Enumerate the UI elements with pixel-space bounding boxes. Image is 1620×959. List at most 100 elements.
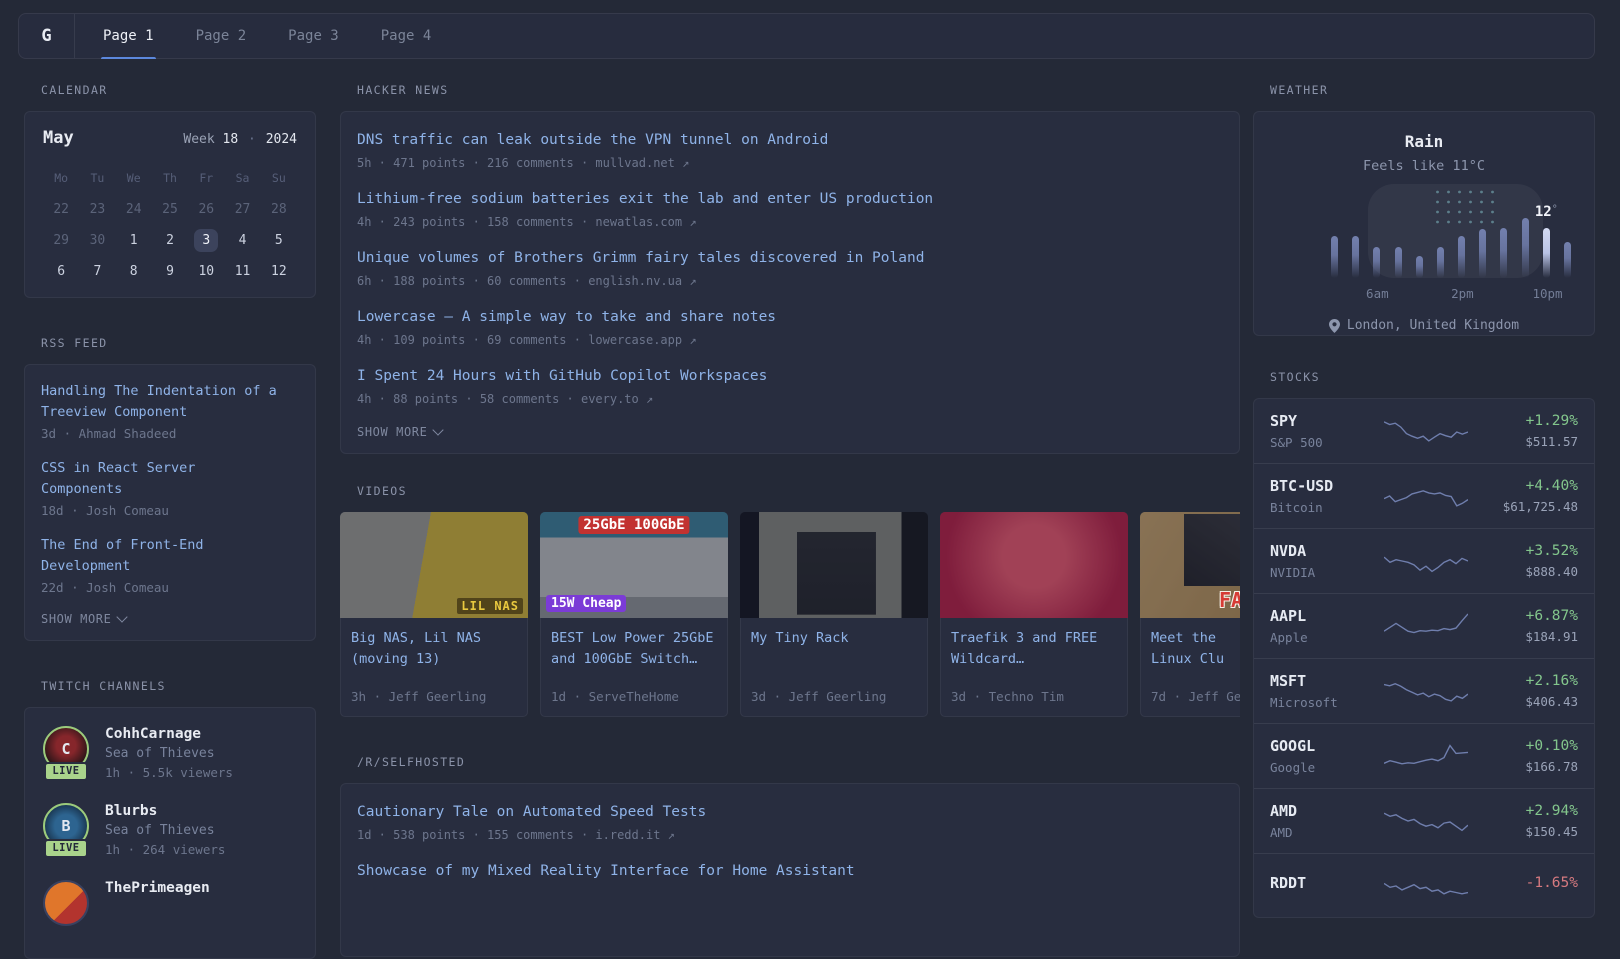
hackernews-item: Lowercase – A simple way to take and sha… <box>357 307 1223 347</box>
hackernews-section-title: HACKER NEWS <box>357 83 1240 97</box>
calendar-day: 26 <box>188 194 224 225</box>
stock-price: $888.40 <box>1478 564 1578 579</box>
time-label: 6am <box>1366 286 1389 301</box>
video-thumbnail[interactable] <box>740 512 928 618</box>
stock-ticker: BTC-USD <box>1270 477 1374 495</box>
reddit-widget: Cautionary Tale on Automated Speed Tests… <box>340 783 1240 957</box>
left-column: CALENDAR May Week 18 · 2024 MoTuWeThFrSa… <box>24 67 316 959</box>
channel-name[interactable]: Blurbs <box>105 803 225 819</box>
hackernews-show-more-button[interactable]: SHOW MORE <box>357 425 1223 439</box>
calendar-month: May <box>43 128 74 148</box>
live-badge: LIVE <box>44 839 87 858</box>
weather-bar <box>1373 247 1380 278</box>
channel-name[interactable]: CohhCarnage <box>105 726 233 742</box>
twitch-channel-row[interactable]: C LIVE CohhCarnage Sea of Thieves 1h · 5… <box>41 726 299 781</box>
reddit-item-title[interactable]: Cautionary Tale on Automated Speed Tests <box>357 802 1223 823</box>
channel-viewers: 1h · 264 viewers <box>105 842 225 857</box>
video-title[interactable]: Big NAS, Lil NAS (moving 13) <box>351 628 517 670</box>
calendar-day: 9 <box>152 256 188 287</box>
hackernews-item-meta: 4h · 243 points · 158 comments · newatla… <box>357 215 1223 229</box>
weather-condition: Rain <box>1272 132 1576 151</box>
stock-sparkline <box>1384 740 1468 772</box>
calendar-day: 28 <box>261 194 297 225</box>
stock-price: $406.43 <box>1478 694 1578 709</box>
video-meta: 7d · Jeff Geerling <box>1151 689 1240 704</box>
stock-change: +6.87% <box>1478 608 1578 624</box>
right-column: WEATHER Rain Feels like 11°C <box>1253 67 1595 918</box>
rss-item-title[interactable]: Handling The Indentation of a Treeview C… <box>41 381 283 423</box>
reddit-item-title[interactable]: Showcase of my Mixed Reality Interface f… <box>357 861 1223 882</box>
stock-row[interactable]: AAPL Apple +6.87% $184.91 <box>1254 593 1594 658</box>
calendar-day: 3 <box>188 225 224 256</box>
page-tab[interactable]: Page 4 <box>373 14 440 58</box>
hackernews-list: DNS traffic can leak outside the VPN tun… <box>357 130 1223 406</box>
video-card[interactable]: FA Meet the Linux Clu 7d · Jeff Geerling <box>1140 512 1240 717</box>
calendar-day: 2 <box>152 225 188 256</box>
rss-item-title[interactable]: The End of Front-End Development <box>41 535 283 577</box>
stock-price: $150.45 <box>1478 824 1578 839</box>
weather-bar <box>1331 236 1338 278</box>
thumbnail-text: FA <box>1219 588 1240 612</box>
video-card[interactable]: Traefik 3 and FREE Wildcard… 3d · Techno… <box>940 512 1128 717</box>
calendar-day: 1 <box>116 225 152 256</box>
calendar-day: 6 <box>43 256 79 287</box>
calendar-day: 11 <box>224 256 260 287</box>
stock-row[interactable]: NVDA NVIDIA +3.52% $888.40 <box>1254 528 1594 593</box>
stock-ticker: MSFT <box>1270 672 1374 690</box>
hackernews-item-title[interactable]: Unique volumes of Brothers Grimm fairy t… <box>357 248 1223 269</box>
page-tab[interactable]: Page 3 <box>280 14 347 58</box>
video-title[interactable]: Traefik 3 and FREE Wildcard… <box>951 628 1117 670</box>
video-thumbnail[interactable]: 25GbE 100GbE 15W Cheap <box>540 512 728 618</box>
rss-item-meta: 22d · Josh Comeau <box>41 580 299 595</box>
page-tab[interactable]: Page 2 <box>188 14 255 58</box>
hackernews-item: I Spent 24 Hours with GitHub Copilot Wor… <box>357 366 1223 406</box>
thumbnail-text: 15W Cheap <box>546 595 626 612</box>
rss-item: Handling The Indentation of a Treeview C… <box>41 381 299 441</box>
app-logo[interactable]: G <box>19 14 74 58</box>
video-title[interactable]: Meet the Linux Clu <box>1151 628 1240 670</box>
hackernews-item-meta: 5h · 471 points · 216 comments · mullvad… <box>357 156 1223 170</box>
stock-row[interactable]: MSFT Microsoft +2.16% $406.43 <box>1254 658 1594 723</box>
stock-ticker: GOOGL <box>1270 737 1374 755</box>
rss-item-title[interactable]: CSS in React Server Components <box>41 458 283 500</box>
stock-row[interactable]: BTC-USD Bitcoin +4.40% $61,725.48 <box>1254 463 1594 528</box>
twitch-channel-row[interactable]: ThePrimeagen <box>41 880 299 926</box>
stock-price: $184.91 <box>1478 629 1578 644</box>
video-title[interactable]: BEST Low Power 25GbE and 100GbE Switch… <box>551 628 717 670</box>
page-tab[interactable]: Page 1 <box>95 14 162 58</box>
stock-price: $511.57 <box>1478 434 1578 449</box>
hackernews-item-title[interactable]: Lithium-free sodium batteries exit the l… <box>357 189 1223 210</box>
stock-row[interactable]: SPY S&P 500 +1.29% $511.57 <box>1254 399 1594 463</box>
calendar-week-year: Week 18 · 2024 <box>183 132 297 147</box>
video-card[interactable]: 25GbE 100GbE 15W Cheap BEST Low Power 25… <box>540 512 728 717</box>
rss-show-more-button[interactable]: SHOW MORE <box>41 612 299 626</box>
video-thumbnail[interactable]: LIL NAS <box>340 512 528 618</box>
video-card[interactable]: LIL NAS Big NAS, Lil NAS (moving 13) 3h … <box>340 512 528 717</box>
twitch-channel-row[interactable]: B LIVE Blurbs Sea of Thieves 1h · 264 vi… <box>41 803 299 858</box>
weekday-label: Th <box>152 166 188 190</box>
video-thumbnail[interactable] <box>940 512 1128 618</box>
stock-change: +1.29% <box>1478 413 1578 429</box>
weather-bars: 12° <box>1324 190 1578 278</box>
nav-divider <box>74 14 75 58</box>
stock-sparkline <box>1384 610 1468 642</box>
video-title[interactable]: My Tiny Rack <box>751 628 917 649</box>
video-thumbnail[interactable]: FA <box>1140 512 1240 618</box>
video-card[interactable]: My Tiny Rack 3d · Jeff Geerling <box>740 512 928 717</box>
weather-bar <box>1352 236 1359 278</box>
calendar-day: 5 <box>261 225 297 256</box>
stock-name: S&P 500 <box>1270 435 1374 450</box>
videos-section-title: VIDEOS <box>357 484 1240 498</box>
rss-section-title: RSS FEED <box>41 336 316 350</box>
channel-name[interactable]: ThePrimeagen <box>105 880 210 896</box>
stock-row[interactable]: AMD AMD +2.94% $150.45 <box>1254 788 1594 853</box>
stock-row[interactable]: GOOGL Google +0.10% $166.78 <box>1254 723 1594 788</box>
page-tabs: Page 1 Page 2 Page 3 Page 4 <box>95 14 439 58</box>
stock-price: $166.78 <box>1478 759 1578 774</box>
stock-row[interactable]: RDDT -1.65% <box>1254 853 1594 917</box>
reddit-item: Showcase of my Mixed Reality Interface f… <box>357 861 1223 882</box>
hackernews-item-title[interactable]: Lowercase – A simple way to take and sha… <box>357 307 1223 328</box>
weather-bar <box>1458 236 1465 278</box>
hackernews-item-title[interactable]: I Spent 24 Hours with GitHub Copilot Wor… <box>357 366 1223 387</box>
hackernews-item-title[interactable]: DNS traffic can leak outside the VPN tun… <box>357 130 1223 151</box>
